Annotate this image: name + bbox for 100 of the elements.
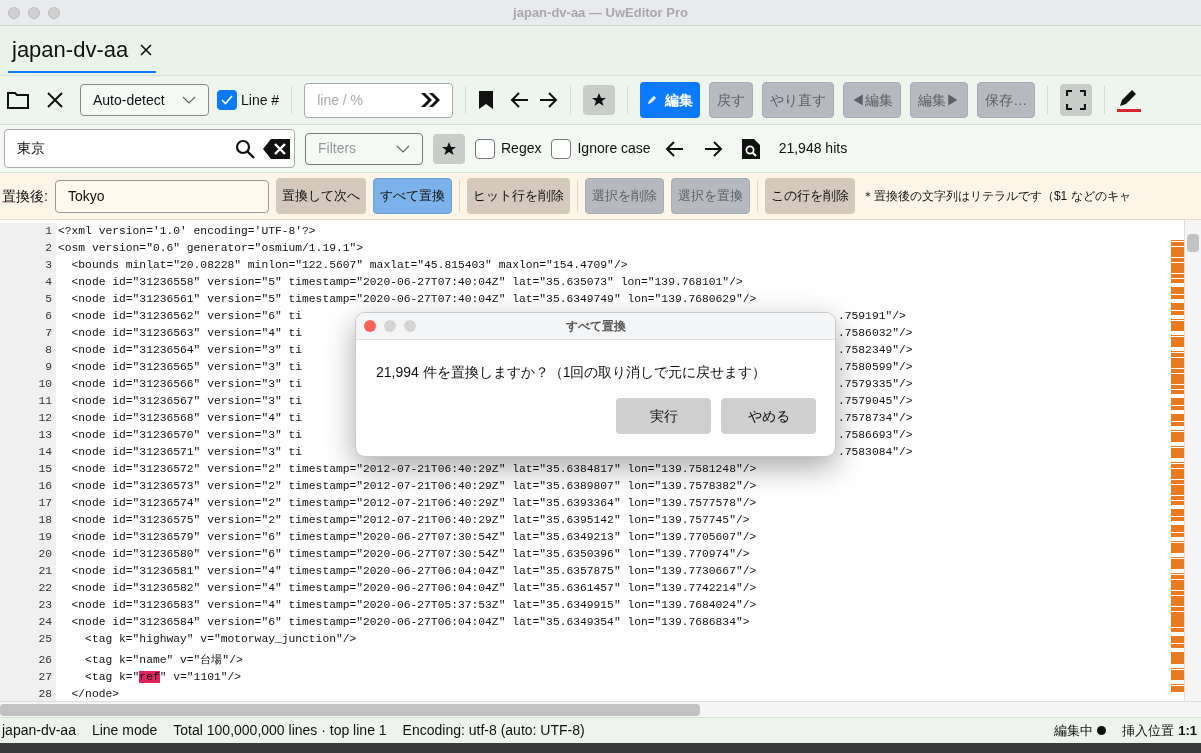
arrow-left-icon[interactable] [510, 91, 531, 109]
code-line: <node id="31236566" version="3" ti [70, 377, 303, 392]
code-line: <node id="31236575" version="2" timestamp="2012-07-21T06:40:29Z" lat="35.6395142" lon="139.757745"/> [70, 513, 750, 528]
file-tab[interactable]: japan-dv-aa [8, 28, 157, 73]
arrow-left-icon[interactable] [664, 139, 685, 158]
close-icon[interactable] [140, 43, 153, 56]
vertical-scrollbar[interactable] [1184, 220, 1201, 701]
line-number: 28 [38, 687, 52, 702]
replace-action-button[interactable]: 置換して次へ [275, 178, 366, 214]
code-line: .7579335"/> [838, 377, 913, 392]
horizontal-scrollbar[interactable] [0, 701, 1201, 717]
line-number: 12 [38, 411, 52, 426]
code-line: .7586693"/> [838, 428, 913, 443]
chevron-down-icon [182, 96, 196, 104]
arrow-right-icon[interactable] [538, 91, 559, 109]
pencil-icon [647, 95, 658, 105]
star-button[interactable] [583, 85, 616, 115]
encoding-select[interactable]: Auto-detect [80, 84, 209, 116]
code-line: <bounds minlat="20.08228" minlon="122.5607" maxlat="45.815403" maxlon="154.4709"/> [70, 258, 628, 273]
status-item: Encoding: utf-8 (auto: UTF-8) [402, 721, 585, 740]
line-number: 10 [38, 377, 52, 392]
code-line: <node id="31236572" version="2" timestamp="2012-07-21T06:40:29Z" lat="35.6384817" lon="139.7581248"/> [70, 462, 757, 477]
star-button[interactable] [433, 133, 465, 164]
dialog-button[interactable]: 実行 [616, 398, 711, 434]
line-number: 20 [38, 547, 52, 562]
code-line: .7586032"/> [838, 326, 913, 341]
window-title: japan-dv-aa — UwEditor Pro [513, 3, 688, 22]
code-line: <node id="31236571" version="3" ti [70, 445, 303, 460]
close-icon[interactable] [46, 91, 64, 109]
code-line: .759191"/> [838, 309, 906, 324]
code-line: <osm version="0.6" generator="osmium/1.19.1"> [58, 241, 364, 256]
code-line: <tag k="ref" v="1101"/> [84, 670, 242, 685]
search-match: ref [139, 671, 160, 683]
checkbox[interactable] [475, 138, 495, 159]
replace-label: 置換後: [2, 186, 48, 206]
clear-icon[interactable] [263, 138, 290, 159]
line-number: 25 [38, 632, 52, 647]
code-line: .7579045"/> [838, 394, 913, 409]
code-line: <node id="31236558" version="5" timestamp="2020-06-27T07:40:04Z" lat="35.635073" lon="139.768101"/> [70, 275, 743, 290]
replace-action-button[interactable]: すべて置換 [372, 178, 452, 214]
cursor-position-label: 挿入位置 [1122, 721, 1175, 740]
line-number: 21 [38, 564, 52, 579]
replace-action-button[interactable]: この行を削除 [764, 178, 855, 214]
pen-icon[interactable] [1117, 87, 1142, 113]
code-line: <node id="31236562" version="6" ti [70, 309, 303, 324]
checkmark-icon [221, 95, 233, 105]
line-number: 9 [45, 360, 52, 375]
search-field[interactable]: 東京 [4, 129, 295, 168]
scroll-thumb[interactable] [0, 703, 700, 716]
line-number: 18 [38, 513, 52, 528]
replace-field[interactable]: Tokyo [54, 179, 269, 213]
scroll-thumb[interactable] [1187, 234, 1199, 252]
dialog-message: 21,994 件を置換しますか？（1回の取り消しで元に戻せます） [376, 363, 768, 382]
chevron-down-icon [396, 144, 410, 153]
line-number: 22 [38, 581, 52, 596]
line-number: 2 [45, 241, 52, 256]
status-item: Total 100,000,000 lines · top line 1 [173, 721, 387, 740]
checkbox[interactable] [217, 90, 237, 110]
code-line: .7583084"/> [838, 445, 913, 460]
line-number: 26 [38, 653, 52, 668]
close-window-icon[interactable] [364, 320, 376, 332]
replace-action-button[interactable]: ヒット行を削除 [466, 178, 570, 214]
edit-mode-button[interactable]: 編集 [640, 82, 701, 118]
star-icon [442, 141, 456, 156]
code-line: <node id="31236574" version="2" timestamp="2012-07-21T06:40:29Z" lat="35.6393364" lon="139.7577578"/> [70, 496, 757, 511]
code-line: <node id="31236581" version="4" timestamp="2020-06-27T06:04:04Z" lat="35.6357875" lon="139.7730667"/> [70, 564, 757, 579]
line-number: 19 [38, 530, 52, 545]
replace-note: ＊置換後の文字列はリテラルです（$1 などのキャ [861, 188, 1131, 205]
dialog-title: すべて置換 [565, 318, 626, 335]
goto-input[interactable]: line / % [317, 89, 398, 111]
search-icon[interactable] [235, 138, 255, 159]
line-number: 14 [38, 445, 52, 460]
document-search-icon[interactable] [740, 137, 761, 160]
dialog-button[interactable]: やめる [721, 398, 816, 434]
line-number: 23 [38, 598, 52, 613]
code-line: .7580599"/> [838, 360, 913, 375]
checkbox[interactable] [551, 138, 572, 159]
code-line: .7578734"/> [838, 411, 913, 426]
line-number: 1 [45, 224, 52, 239]
fullscreen-icon [1066, 90, 1087, 110]
fullscreen-button[interactable] [1060, 84, 1093, 116]
goto-field[interactable]: line / % [304, 82, 454, 118]
regex-label: Regex [501, 139, 542, 158]
arrow-right-icon[interactable] [702, 139, 723, 158]
line-number: 8 [45, 343, 52, 358]
code-line: <node id="31236564" version="3" ti [70, 343, 303, 358]
double-chevron-icon[interactable] [420, 92, 441, 108]
bookmark-icon[interactable] [478, 90, 495, 110]
folder-icon[interactable] [6, 90, 30, 110]
code-line: <node id="31236579" version="6" timestamp="2020-06-27T07:30:54Z" lat="35.6349213" lon="139.7705607"/> [70, 530, 757, 545]
line-number: 16 [38, 479, 52, 494]
search-input[interactable]: 東京 [17, 138, 227, 159]
edit-mode-status: 編集中 [1054, 721, 1094, 740]
line-number: 11 [38, 394, 52, 409]
status-item: Line mode [91, 721, 158, 740]
line-number: 15 [38, 462, 52, 477]
code-line: <node id="31236567" version="3" ti [70, 394, 303, 409]
code-line: <node id="31236565" version="3" ti [70, 360, 303, 375]
line-number: 5 [45, 292, 52, 307]
line-number: 3 [45, 258, 52, 273]
